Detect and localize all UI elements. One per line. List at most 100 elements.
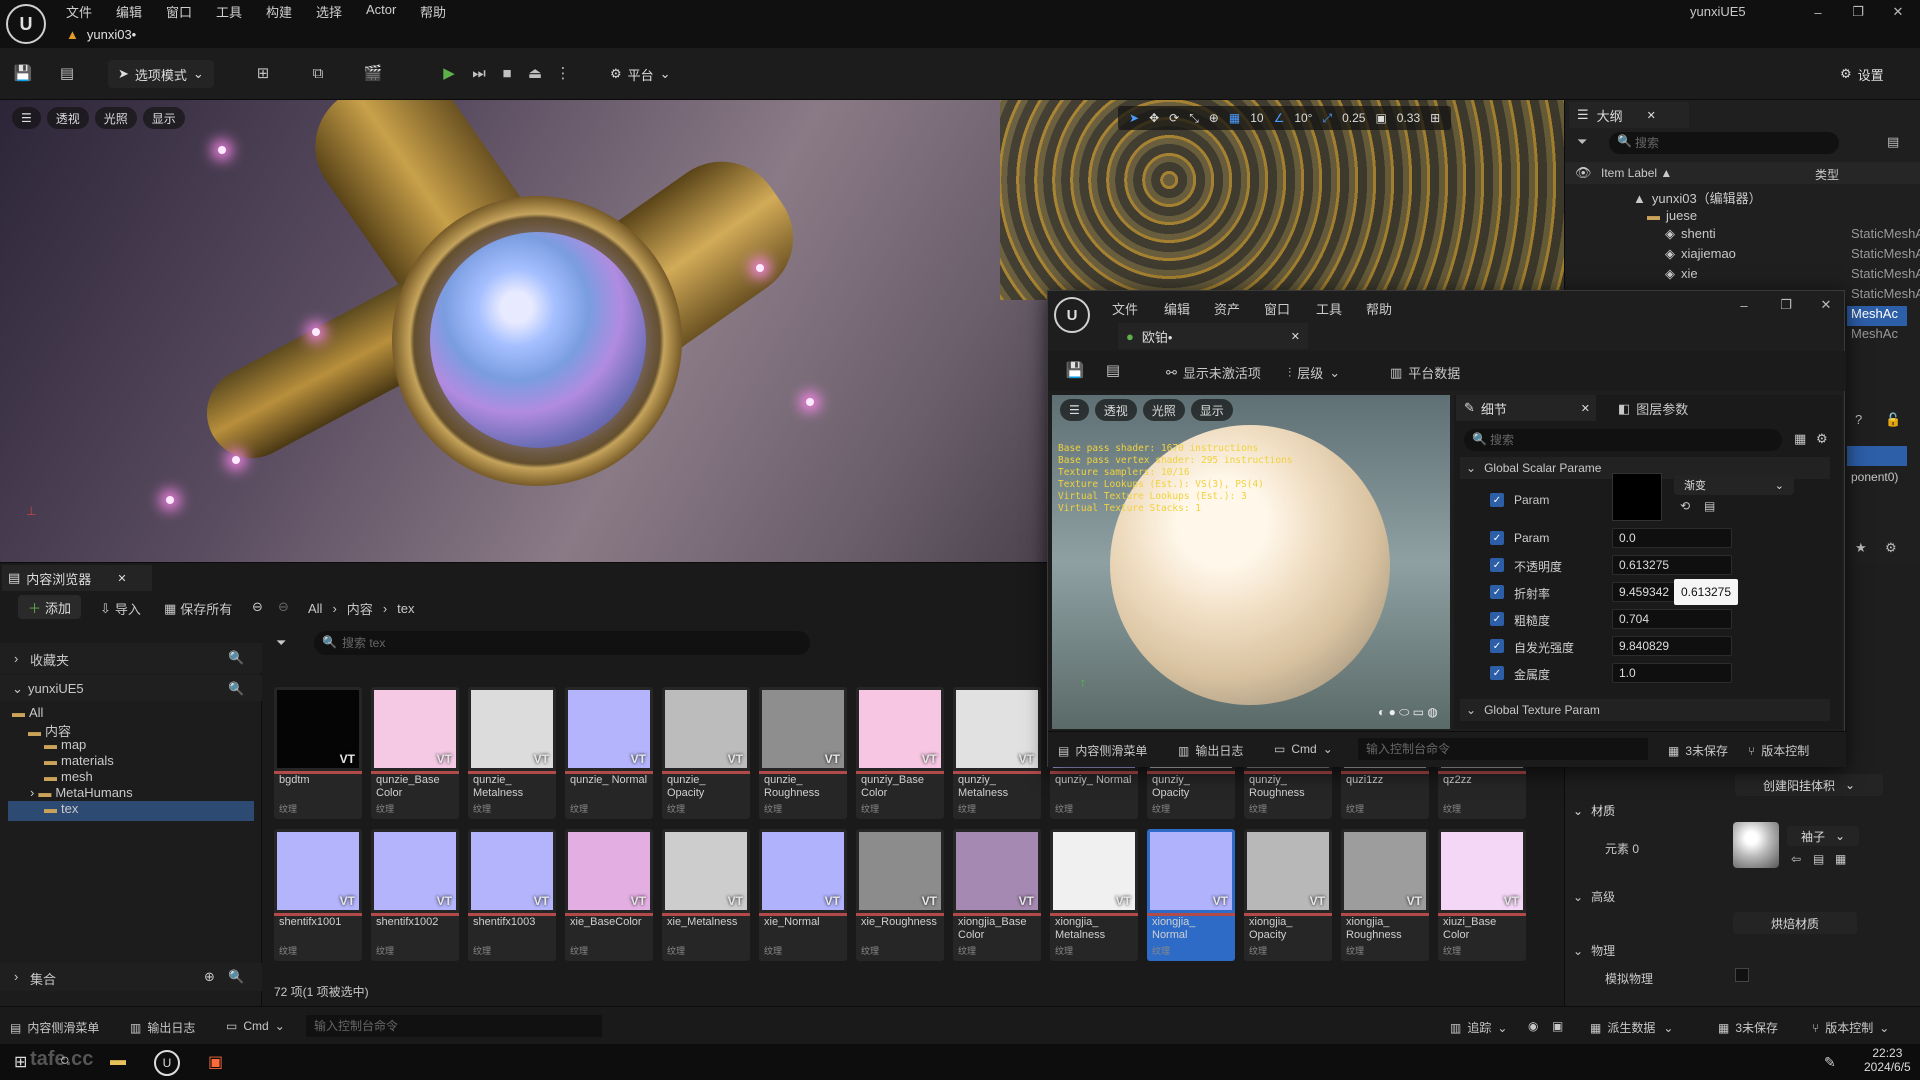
menu-window[interactable]: 窗口 [166, 2, 192, 22]
asset-tile[interactable]: VT bgdtm 纹理 [274, 687, 362, 819]
grid-snap-value[interactable]: 10 [1250, 111, 1263, 125]
import-button[interactable]: ⇩ 导入 [100, 599, 141, 618]
console-input[interactable]: 输入控制台命令 [1358, 738, 1648, 760]
close-icon[interactable]: ✕ [1291, 330, 1300, 343]
asset-tile[interactable]: VT shentifx1002 纹理 [371, 829, 459, 961]
add-collection-icon[interactable]: ⊕ [204, 969, 215, 985]
camera-speed-value[interactable]: 0.33 [1397, 111, 1420, 125]
star-icon[interactable]: ★ [1855, 540, 1867, 556]
item-label-header[interactable]: Item Label ▲ [1601, 166, 1672, 180]
camera-speed-icon[interactable]: ▣ [1375, 111, 1386, 125]
param-value-input[interactable]: 0.613275 [1612, 555, 1732, 575]
close-icon[interactable]: ✕ [1647, 109, 1656, 122]
pen-icon[interactable]: ✎ [1824, 1054, 1836, 1071]
viewport-menu-icon[interactable]: ☰ [1060, 399, 1089, 421]
lit-button[interactable]: 光照 [94, 107, 137, 129]
simulate-physics-checkbox[interactable] [1735, 968, 1749, 982]
type-header[interactable]: 类型 [1815, 166, 1839, 183]
reset-icon[interactable]: ⟲ [1680, 499, 1690, 513]
filter-icon[interactable]: ⏷ [276, 635, 286, 651]
version-control-button[interactable]: ⑂ 版本控制 [1748, 742, 1809, 759]
rotation-snap-value[interactable]: 10° [1294, 111, 1312, 125]
asset-tile[interactable]: VT qunzie_ Metalness 纹理 [468, 687, 556, 819]
lod-dropdown[interactable]: 创建阳挂体积 ⌄ [1735, 774, 1883, 796]
advanced-section[interactable]: ⌄ 高级 [1573, 888, 1615, 905]
param-checkbox[interactable]: ✓ [1490, 558, 1504, 572]
details-tab[interactable]: ✎ 细节 ✕ [1456, 395, 1596, 421]
layer-params-tab[interactable]: ◧ 图层参数 [1618, 399, 1688, 418]
lit-button[interactable]: 光照 [1142, 399, 1185, 421]
close-button[interactable]: ✕ [1886, 4, 1910, 20]
show-button[interactable]: 显示 [1190, 399, 1233, 421]
eject-icon[interactable]: ⏏ [522, 60, 548, 86]
content-drawer-button[interactable]: ▤ 内容侧滑菜单 [10, 1019, 99, 1036]
outliner-tab[interactable]: ☰ 大纲 ✕ [1569, 102, 1689, 128]
outliner-search-input[interactable]: 搜索 [1609, 132, 1839, 154]
browse-icon[interactable]: ▤ [1704, 499, 1715, 513]
menu-build[interactable]: 构建 [266, 2, 292, 22]
bake-material-button[interactable]: 烘焙材质 [1733, 912, 1857, 934]
more-icon[interactable]: ⋮ [550, 60, 576, 86]
recorder-icon[interactable]: ▣ [208, 1052, 223, 1072]
unreal-logo-icon[interactable]: U [6, 4, 46, 44]
texture-icon[interactable]: ▦ [1835, 852, 1846, 866]
asset-tile[interactable]: VT xiongjia_ Opacity 纹理 [1244, 829, 1332, 961]
details-search-input[interactable]: 搜索 [1464, 429, 1782, 451]
menu-asset[interactable]: 资产 [1214, 299, 1240, 318]
menu-actor[interactable]: Actor [366, 2, 396, 22]
hierarchy-button[interactable]: ⫶ 层级 ⌄ [1288, 363, 1340, 382]
move-tool-icon[interactable]: ✥ [1149, 111, 1159, 125]
save-icon[interactable]: 💾 [1062, 357, 1088, 383]
viewport-menu-icon[interactable]: ☰ [12, 107, 41, 129]
param-value-input[interactable]: 9.840829 [1612, 636, 1732, 656]
filter-icon[interactable]: ⏷ [1577, 134, 1587, 150]
menu-select[interactable]: 选择 [316, 2, 342, 22]
param-checkbox[interactable]: ✓ [1490, 666, 1504, 680]
menu-tools[interactable]: 工具 [1316, 299, 1342, 318]
param-value-input[interactable]: 0.704 [1612, 609, 1732, 629]
lock-icon[interactable]: 🔓 [1885, 412, 1901, 428]
asset-tile[interactable]: VT qunziy_ Metalness 纹理 [953, 687, 1041, 819]
mode-dropdown[interactable]: ➤ 选项模式 ⌄ [108, 60, 214, 88]
asset-tile[interactable]: VT xiuzi_Base Color 纹理 [1438, 829, 1526, 961]
output-log-button[interactable]: ▥ 输出日志 [130, 1019, 195, 1036]
asset-tile[interactable]: VT qunzie_ Normal 纹理 [565, 687, 653, 819]
asset-tile[interactable]: VT shentifx1003 纹理 [468, 829, 556, 961]
stop-icon[interactable]: ■ [494, 60, 520, 86]
close-icon[interactable]: ✕ [117, 572, 126, 585]
asset-tile[interactable]: VT qunzie_Base Color 纹理 [371, 687, 459, 819]
physics-section[interactable]: ⌄ 物理 [1573, 942, 1615, 959]
use-selected-icon[interactable]: ⇦ [1791, 852, 1801, 866]
menu-edit[interactable]: 编辑 [116, 2, 142, 22]
gear-icon[interactable]: ⚙ [1885, 540, 1897, 556]
param-checkbox[interactable]: ✓ [1490, 531, 1504, 545]
unsaved-button[interactable]: ▦ 3未保存 [1718, 1019, 1778, 1036]
asset-tile[interactable]: VT qunzie_ Roughness 纹理 [759, 687, 847, 819]
gradient-dropdown[interactable]: 渐变 ⌄ [1674, 475, 1794, 495]
cinematics-icon[interactable]: 🎬 [360, 60, 386, 86]
menu-file[interactable]: 文件 [66, 2, 92, 22]
show-button[interactable]: 显示 [142, 107, 185, 129]
breadcrumb-item[interactable]: tex [397, 601, 414, 616]
material-thumbnail[interactable] [1733, 822, 1779, 868]
outliner-row[interactable]: ▬ juese [1647, 208, 1697, 228]
layout-icon[interactable]: ⊞ [1430, 111, 1440, 125]
asset-tile[interactable]: VT xie_Metalness 纹理 [662, 829, 750, 961]
record-icon[interactable]: ◉ [1528, 1019, 1538, 1033]
cmd-dropdown[interactable]: ▭ Cmd ⌄ [226, 1019, 285, 1033]
outliner-row[interactable]: ▲ yunxi03（编辑器） [1633, 188, 1762, 208]
asset-tile[interactable]: VT xie_Roughness 纹理 [856, 829, 944, 961]
clock[interactable]: 22:23 2024/6/5 [1864, 1046, 1911, 1074]
asset-tile[interactable]: VT xiongjia_ Normal 纹理 [1147, 829, 1235, 961]
save-icon[interactable]: 💾 [10, 60, 36, 86]
select-tool-icon[interactable]: ➤ [1129, 111, 1139, 125]
asset-tile[interactable]: VT qunzie_ Opacity 纹理 [662, 687, 750, 819]
menu-edit[interactable]: 编辑 [1164, 299, 1190, 318]
outliner-row[interactable]: ◈ xie [1665, 266, 1698, 286]
world-icon[interactable]: ⊕ [1209, 111, 1219, 125]
content-icon[interactable]: ▤ [54, 60, 80, 86]
breadcrumb-item[interactable]: 内容 [347, 599, 373, 618]
settings-button[interactable]: ⚙ 设置 [1830, 60, 1894, 88]
search-icon[interactable]: 🔍 [228, 681, 244, 697]
platform-dropdown[interactable]: ⚙ 平台 ⌄ [600, 60, 681, 88]
